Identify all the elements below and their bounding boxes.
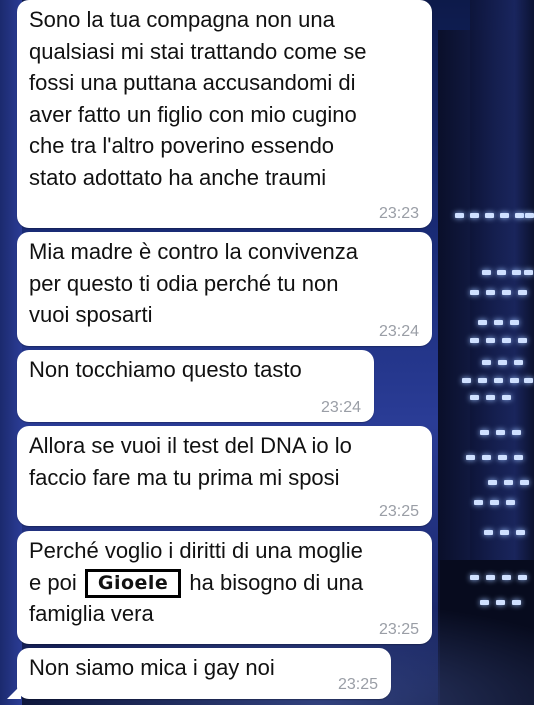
window-light	[498, 360, 507, 365]
message-time: 23:25	[337, 676, 378, 693]
window-light	[525, 213, 534, 218]
window-light	[455, 213, 464, 218]
window-light	[506, 500, 515, 505]
window-light	[494, 378, 503, 383]
message-time: 23:24	[320, 399, 361, 416]
window-light	[480, 600, 489, 605]
message-time: 23:25	[378, 621, 419, 638]
window-light	[498, 455, 507, 460]
window-light	[486, 338, 495, 343]
window-light	[484, 530, 493, 535]
window-light	[518, 575, 527, 580]
window-light	[470, 575, 479, 580]
message-time: 23:25	[378, 503, 419, 520]
message-text-line: famiglia vera	[29, 601, 154, 626]
message-text: Non tocchiamo questo tasto	[29, 357, 302, 382]
message-text: Allora se vuoi il test del DNA io lo fac…	[29, 433, 352, 490]
window-light	[462, 378, 471, 383]
window-light	[488, 480, 497, 485]
message-time: 23:24	[378, 323, 419, 340]
window-light	[502, 338, 511, 343]
window-light	[502, 395, 511, 400]
window-light	[497, 270, 506, 275]
window-light	[500, 213, 509, 218]
window-light	[510, 320, 519, 325]
window-light	[486, 290, 495, 295]
window-light	[524, 270, 533, 275]
message-bubble[interactable]: Non tocchiamo questo tasto 23:24	[17, 350, 374, 422]
message-text-line: Perché voglio i diritti di una moglie	[29, 538, 363, 563]
window-light	[480, 430, 489, 435]
window-light	[470, 395, 479, 400]
window-light	[520, 480, 529, 485]
window-light	[496, 600, 505, 605]
window-light	[502, 575, 511, 580]
window-light	[494, 320, 503, 325]
window-light	[482, 270, 491, 275]
window-light	[518, 338, 527, 343]
window-light	[496, 430, 505, 435]
window-light	[478, 320, 487, 325]
message-bubble[interactable]: Sono la tua compagna non una qualsiasi m…	[17, 0, 432, 228]
window-light	[512, 430, 521, 435]
message-text: Non siamo mica i gay noi	[29, 655, 275, 680]
message-text-line: e poi	[29, 569, 77, 595]
message-bubble[interactable]: Allora se vuoi il test del DNA io lo fac…	[17, 426, 432, 526]
message-time: 23:23	[378, 205, 419, 222]
message-text: Sono la tua compagna non una qualsiasi m…	[29, 7, 367, 190]
window-light	[486, 575, 495, 580]
window-light	[482, 360, 491, 365]
window-light	[470, 290, 479, 295]
window-light	[500, 530, 509, 535]
window-light	[485, 213, 494, 218]
window-light	[482, 455, 491, 460]
window-light	[466, 455, 475, 460]
window-light	[502, 290, 511, 295]
message-text-line: ha bisogno di una	[189, 569, 364, 595]
window-light	[470, 213, 479, 218]
window-light	[515, 213, 524, 218]
window-light	[486, 395, 495, 400]
window-light	[474, 500, 483, 505]
window-light	[518, 290, 527, 295]
redacted-name-box: Gioele	[84, 568, 182, 598]
window-light	[478, 378, 487, 383]
message-bubble[interactable]: Perché voglio i diritti di una moglie e …	[17, 531, 432, 644]
window-light	[470, 338, 479, 343]
window-light	[510, 378, 519, 383]
message-bubble[interactable]: Non siamo mica i gay noi 23:25	[7, 648, 391, 699]
message-bubble[interactable]: Mia madre è contro la convivenza per que…	[17, 232, 432, 346]
window-light	[512, 600, 521, 605]
window-light	[524, 378, 533, 383]
window-light	[516, 530, 525, 535]
window-light	[504, 480, 513, 485]
message-text: Mia madre è contro la convivenza per que…	[29, 239, 358, 327]
window-light	[490, 500, 499, 505]
window-light	[514, 360, 523, 365]
window-light	[512, 270, 521, 275]
message-text: Perché voglio i diritti di una moglie e …	[29, 535, 420, 630]
window-light	[514, 455, 523, 460]
